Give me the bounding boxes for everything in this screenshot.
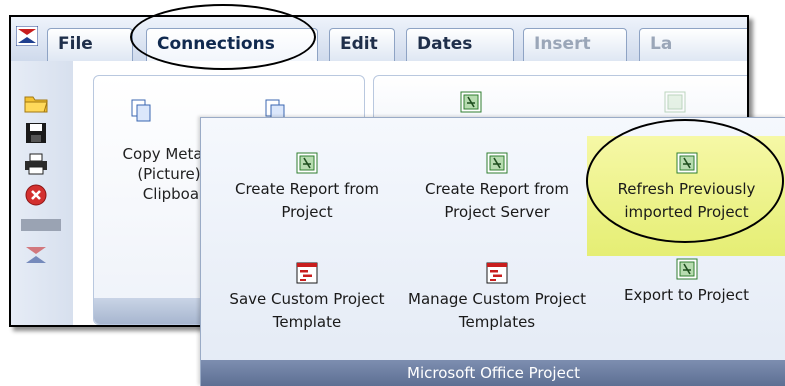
copy-pages-icon[interactable] <box>130 98 152 124</box>
project-report-icon <box>296 152 318 174</box>
gantt-template-icon <box>296 262 318 284</box>
app-logo-small-icon[interactable] <box>23 243 49 267</box>
refresh-imported-project-button[interactable]: Refresh Previously imported Project <box>587 136 785 256</box>
button-label: Refresh Previously imported Project <box>617 180 756 221</box>
quick-access-toolbar <box>11 61 73 325</box>
close-red-icon[interactable] <box>23 183 49 207</box>
create-report-from-project-server-button[interactable]: Create Report from Project Server <box>405 152 589 224</box>
button-label: Save Custom Project Template <box>229 290 385 331</box>
gantt-template-icon <box>486 262 508 284</box>
tab-dates[interactable]: Dates <box>406 28 514 61</box>
button-label: Create Report from Project Server <box>424 180 569 221</box>
tab-insert[interactable]: Insert <box>523 28 627 61</box>
project-server-report-icon <box>486 152 508 174</box>
refresh-project-icon <box>676 152 697 174</box>
export-to-project-button[interactable]: Export to Project <box>589 258 784 307</box>
app-logo-icon[interactable] <box>16 26 38 46</box>
manage-custom-project-templates-button[interactable]: Manage Custom Project Templates <box>405 262 589 334</box>
open-folder-icon[interactable] <box>23 91 49 115</box>
ms-project-group: Create Report from Project Create Report… <box>200 117 785 386</box>
toolbar-separator <box>21 219 61 231</box>
button-label: Manage Custom Project Templates <box>408 290 586 331</box>
export-project-icon <box>676 258 697 280</box>
save-disk-icon[interactable] <box>23 121 49 145</box>
save-custom-project-template-button[interactable]: Save Custom Project Template <box>209 262 405 334</box>
create-report-from-project-button[interactable]: Create Report from Project <box>209 152 405 224</box>
tab-edit[interactable]: Edit <box>329 28 395 61</box>
button-label: Export to Project <box>623 286 750 304</box>
ms-project-group-footer: Microsoft Office Project <box>201 360 785 386</box>
project-report-icon[interactable] <box>460 91 482 113</box>
tab-layout[interactable]: La <box>639 28 747 61</box>
tab-connections[interactable]: Connections <box>146 28 318 61</box>
tab-bar: File Connections Edit Dates Insert La <box>11 17 747 61</box>
project-report-icon-faded[interactable] <box>664 91 686 113</box>
tab-file[interactable]: File <box>47 28 133 61</box>
print-icon[interactable] <box>23 152 49 176</box>
button-label: Create Report from Project <box>234 180 379 221</box>
